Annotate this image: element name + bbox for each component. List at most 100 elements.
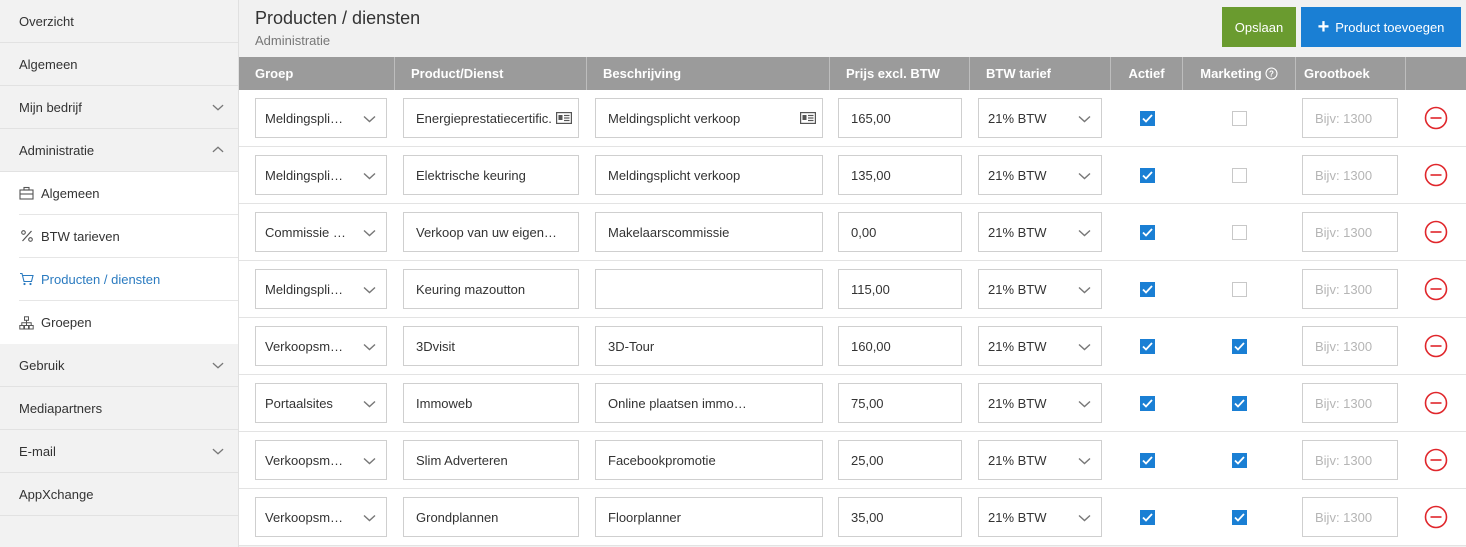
remove-row-icon[interactable] [1424,163,1448,187]
btw-value: 21% BTW [988,452,1047,468]
beschrijving-input[interactable]: Facebookpromotie [595,440,823,480]
remove-row-icon[interactable] [1424,334,1448,358]
plus-icon: + [1317,16,1330,38]
product-input[interactable]: Elektrische keuring [403,155,579,195]
sidebar-item-e-mail[interactable]: E-mail [0,430,238,473]
remove-row-icon[interactable] [1424,505,1448,529]
marketing-checkbox[interactable] [1232,224,1247,240]
column-header-product[interactable]: Product/Dienst [395,57,587,90]
column-header-beschrijving[interactable]: Beschrijving [587,57,830,90]
grootboek-input[interactable]: Bijv: 1300 [1302,383,1398,423]
grootboek-input[interactable]: Bijv: 1300 [1302,497,1398,537]
product-input[interactable]: 3Dvisit [403,326,579,366]
submenu-item-producten-diensten[interactable]: Producten / diensten [19,258,238,301]
actief-checkbox[interactable] [1139,224,1155,240]
remove-row-icon[interactable] [1424,448,1448,472]
grootboek-input[interactable]: Bijv: 1300 [1302,98,1398,138]
column-header-btw[interactable]: BTW tarief [970,57,1111,90]
help-icon[interactable]: ? [1265,67,1278,80]
column-header-marketing[interactable]: Marketing ? [1183,57,1296,90]
contact-card-icon[interactable] [800,112,816,124]
prijs-input[interactable]: 135,00 [838,155,962,195]
marketing-checkbox[interactable] [1232,452,1247,468]
product-input[interactable]: Slim Adverteren [403,440,579,480]
grootboek-input[interactable]: Bijv: 1300 [1302,155,1398,195]
column-header-grootboek[interactable]: Grootboek [1296,57,1406,90]
contact-card-icon[interactable] [556,112,572,124]
product-input[interactable]: Immoweb [403,383,579,423]
groep-select[interactable]: Portaalsites [255,383,387,423]
beschrijving-input[interactable]: Meldingsplicht verkoop [595,98,823,138]
column-header-prijs[interactable]: Prijs excl. BTW [830,57,970,90]
btw-select[interactable]: 21% BTW [978,98,1102,138]
actief-checkbox[interactable] [1139,338,1155,354]
prijs-input[interactable]: 115,00 [838,269,962,309]
actief-checkbox[interactable] [1139,167,1155,183]
groep-select[interactable]: Verkoopsm… [255,497,387,537]
beschrijving-input[interactable]: Floorplanner [595,497,823,537]
beschrijving-input[interactable]: Meldingsplicht verkoop [595,155,823,195]
sidebar-item-appxchange[interactable]: AppXchange [0,473,238,516]
groep-select[interactable]: Verkoopsm… [255,440,387,480]
btw-select[interactable]: 21% BTW [978,497,1102,537]
product-input[interactable]: Keuring mazoutton [403,269,579,309]
submenu-item-btw-tarieven[interactable]: BTW tarieven [19,215,238,258]
grootboek-input[interactable]: Bijv: 1300 [1302,269,1398,309]
column-header-actief[interactable]: Actief [1111,57,1183,90]
grootboek-input[interactable]: Bijv: 1300 [1302,326,1398,366]
prijs-input[interactable]: 25,00 [838,440,962,480]
groep-select[interactable]: Commissie … [255,212,387,252]
prijs-input[interactable]: 75,00 [838,383,962,423]
submenu-item-algemeen[interactable]: Algemeen [19,172,238,215]
groep-select[interactable]: Meldingspli… [255,155,387,195]
product-input[interactable]: Energieprestatiecertific. [403,98,579,138]
product-input[interactable]: Grondplannen [403,497,579,537]
save-button[interactable]: Opslaan [1222,7,1296,47]
remove-row-icon[interactable] [1424,220,1448,244]
beschrijving-input[interactable]: 3D-Tour [595,326,823,366]
sidebar-item-mediapartners[interactable]: Mediapartners [0,387,238,430]
marketing-checkbox[interactable] [1232,509,1247,525]
prijs-input[interactable]: 35,00 [838,497,962,537]
grootboek-input[interactable]: Bijv: 1300 [1302,440,1398,480]
btw-select[interactable]: 21% BTW [978,440,1102,480]
remove-row-icon[interactable] [1424,106,1448,130]
sidebar-item-administratie[interactable]: Administratie [0,129,238,172]
actief-checkbox[interactable] [1139,110,1155,126]
sidebar-item-mijn-bedrijf[interactable]: Mijn bedrijf [0,86,238,129]
sidebar-item-algemeen[interactable]: Algemeen [0,43,238,86]
btw-select[interactable]: 21% BTW [978,212,1102,252]
actief-checkbox[interactable] [1139,281,1155,297]
actief-checkbox[interactable] [1139,452,1155,468]
marketing-checkbox[interactable] [1232,395,1247,411]
btw-select[interactable]: 21% BTW [978,155,1102,195]
column-header-groep[interactable]: Groep [239,57,395,90]
remove-row-icon[interactable] [1424,277,1448,301]
prijs-input[interactable]: 160,00 [838,326,962,366]
sidebar-item-gebruik[interactable]: Gebruik [0,344,238,387]
btw-select[interactable]: 21% BTW [978,383,1102,423]
product-input[interactable]: Verkoop van uw eigen… [403,212,579,252]
groep-select[interactable]: Meldingspli… [255,269,387,309]
btw-select[interactable]: 21% BTW [978,269,1102,309]
beschrijving-input[interactable]: Makelaarscommissie [595,212,823,252]
marketing-checkbox[interactable] [1232,167,1247,183]
beschrijving-input[interactable] [595,269,823,309]
marketing-checkbox[interactable] [1232,110,1247,126]
prijs-input[interactable]: 165,00 [838,98,962,138]
add-product-button[interactable]: + Product toevoegen [1301,7,1461,47]
groep-select[interactable]: Meldingspli… [255,98,387,138]
beschrijving-input[interactable]: Online plaatsen immoweb [595,383,823,423]
btw-select[interactable]: 21% BTW [978,326,1102,366]
remove-row-icon[interactable] [1424,391,1448,415]
sidebar-item-overzicht[interactable]: Overzicht [0,0,238,43]
marketing-checkbox[interactable] [1232,281,1247,297]
actief-checkbox[interactable] [1139,395,1155,411]
submenu-item-groepen[interactable]: Groepen [19,301,238,344]
prijs-input[interactable]: 0,00 [838,212,962,252]
briefcase-icon [19,186,34,201]
grootboek-input[interactable]: Bijv: 1300 [1302,212,1398,252]
actief-checkbox[interactable] [1139,509,1155,525]
marketing-checkbox[interactable] [1232,338,1247,354]
groep-select[interactable]: Verkoopsm… [255,326,387,366]
